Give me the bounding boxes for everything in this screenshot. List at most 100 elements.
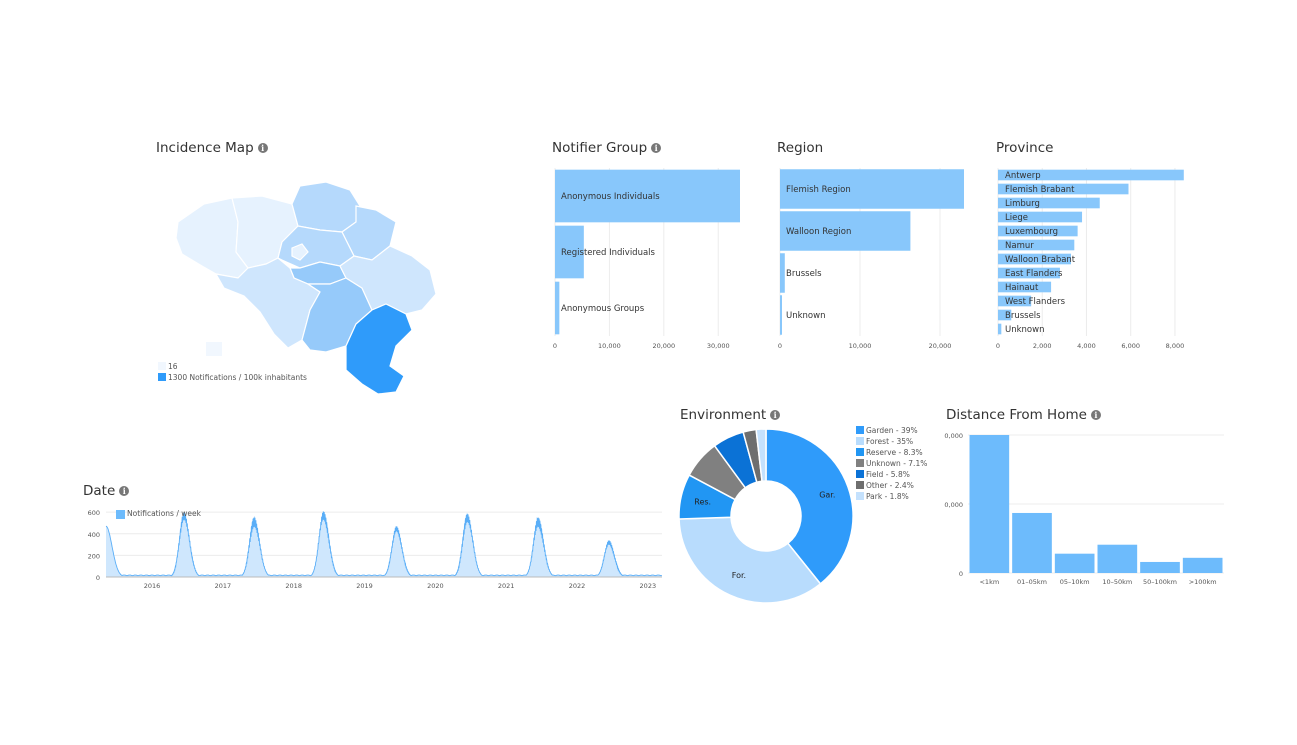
legend-swatch bbox=[856, 459, 864, 467]
legend-item[interactable]: Unknown - 7.1% bbox=[856, 459, 927, 468]
map-legend-max: 1300 Notifications / 100k inhabitants bbox=[158, 373, 307, 382]
bar[interactable] bbox=[1182, 557, 1223, 573]
legend-label: Garden - 39% bbox=[866, 426, 918, 435]
legend-item[interactable]: Garden - 39% bbox=[856, 426, 918, 435]
distance-chart: 0 0,000 0,000 <1km 01–05km 05–10km 10–50km 50–1… bbox=[944, 432, 1224, 586]
x-tick-label: 20,000 bbox=[929, 342, 952, 350]
y-tick-label: 200 bbox=[88, 552, 100, 560]
y-tick-label: 600 bbox=[88, 509, 100, 517]
legend-item[interactable]: Park - 1.8% bbox=[856, 492, 909, 501]
x-tick-label: 4,000 bbox=[1077, 342, 1096, 350]
map-region-antwerp[interactable] bbox=[291, 181, 361, 233]
legend-label: Forest - 35% bbox=[866, 437, 914, 446]
province-chart: 0 2,000 4,000 6,000 8,000 Antwerp Flemish Brab… bbox=[996, 168, 1185, 350]
y-tick-label: 400 bbox=[88, 531, 100, 539]
notifier-title: Notifier Group i bbox=[552, 140, 662, 156]
bar-label: Namur bbox=[1005, 241, 1034, 251]
info-icon[interactable]: i bbox=[1090, 410, 1101, 420]
bar-label: Luxembourg bbox=[1005, 227, 1058, 237]
legend-item[interactable]: Reserve - 8.3% bbox=[856, 448, 923, 457]
x-tick-label: <1km bbox=[979, 578, 999, 586]
legend-swatch bbox=[856, 426, 864, 434]
bar[interactable] bbox=[780, 295, 782, 335]
bar[interactable] bbox=[1054, 553, 1095, 573]
bar-label: Limburg bbox=[1005, 199, 1040, 209]
x-tick-label: 2019 bbox=[356, 582, 373, 590]
bar-label: Walloon Brabant bbox=[1005, 255, 1076, 265]
info-icon[interactable]: i bbox=[119, 486, 130, 496]
x-tick-label: 8,000 bbox=[1166, 342, 1185, 350]
info-icon[interactable]: i bbox=[770, 410, 781, 420]
x-tick-label: 10,000 bbox=[598, 342, 621, 350]
legend-label: Field - 5.8% bbox=[866, 470, 910, 479]
x-tick-label: 50–100km bbox=[1143, 578, 1177, 586]
x-tick-label: 2020 bbox=[427, 582, 444, 590]
legend-item[interactable]: Forest - 35% bbox=[856, 437, 913, 446]
bar-label: Walloon Region bbox=[786, 227, 851, 237]
y-tick-label: 0,000 bbox=[944, 501, 963, 509]
x-tick-label: 0 bbox=[996, 342, 1000, 350]
legend-item[interactable]: Field - 5.8% bbox=[856, 470, 910, 479]
date-chart: 0 200 400 600 2016 2017 2018 2019 2020 2021 2022 20… bbox=[88, 509, 663, 590]
bar-label: Anonymous Groups bbox=[561, 304, 645, 314]
y-tick-label: 0 bbox=[96, 574, 100, 582]
bar-label: Liege bbox=[1005, 213, 1028, 223]
map-title: Incidence Map i bbox=[156, 140, 268, 156]
x-tick-label: 30,000 bbox=[707, 342, 730, 350]
region-title: Region bbox=[777, 140, 824, 156]
bar-label: Anonymous Individuals bbox=[561, 192, 660, 202]
info-icon[interactable]: i bbox=[651, 143, 662, 153]
legend-label: Park - 1.8% bbox=[866, 492, 909, 501]
bar-label: Flemish Region bbox=[786, 185, 851, 195]
legend-label: Notifications / week bbox=[127, 509, 202, 518]
slice-label: For. bbox=[732, 571, 746, 580]
info-icon[interactable]: i bbox=[257, 143, 268, 153]
bar-label: Brussels bbox=[1005, 311, 1041, 321]
bar[interactable] bbox=[555, 281, 560, 335]
y-tick-label: 0,000 bbox=[944, 432, 963, 440]
bar-label: Registered Individuals bbox=[561, 248, 656, 258]
map-inset-box bbox=[206, 342, 222, 356]
bar[interactable] bbox=[998, 323, 1002, 335]
province-title: Province bbox=[996, 140, 1054, 156]
area-fill bbox=[106, 511, 662, 577]
bar[interactable] bbox=[780, 253, 785, 293]
x-tick-label: 2016 bbox=[144, 582, 161, 590]
legend-swatch bbox=[856, 481, 864, 489]
bar[interactable] bbox=[969, 435, 1010, 573]
slice-label: Gar. bbox=[819, 490, 835, 499]
x-tick-label: 2021 bbox=[498, 582, 515, 590]
bar-label: Hainaut bbox=[1005, 283, 1039, 293]
x-tick-label: 0 bbox=[553, 342, 557, 350]
bar[interactable] bbox=[1140, 561, 1180, 573]
y-tick-label: 0 bbox=[959, 570, 963, 578]
environment-donut-chart: Gar. For. Res. bbox=[678, 428, 854, 604]
notifier-group-chart: 0 10,000 20,000 30,000 Anonymous Individuals… bbox=[553, 168, 740, 350]
legend-swatch bbox=[856, 492, 864, 500]
bar-label: Flemish Brabant bbox=[1005, 185, 1075, 195]
x-tick-label: 2018 bbox=[285, 582, 302, 590]
bar[interactable] bbox=[1012, 512, 1052, 573]
x-tick-label: 05–10km bbox=[1060, 578, 1090, 586]
bar-label: West Flanders bbox=[1005, 297, 1066, 307]
x-tick-label: 01–05km bbox=[1017, 578, 1047, 586]
x-tick-label: 20,000 bbox=[652, 342, 675, 350]
bar[interactable] bbox=[1097, 544, 1138, 573]
bar-label: Unknown bbox=[786, 311, 825, 321]
x-tick-label: 10–50km bbox=[1102, 578, 1132, 586]
map-legend-min: 16 bbox=[158, 362, 178, 371]
legend-swatch-min bbox=[158, 362, 166, 370]
legend-label: Other - 2.4% bbox=[866, 481, 914, 490]
legend-item[interactable]: Other - 2.4% bbox=[856, 481, 914, 490]
legend-swatch bbox=[856, 448, 864, 456]
x-tick-label: 2017 bbox=[215, 582, 232, 590]
x-tick-label: 6,000 bbox=[1121, 342, 1140, 350]
x-tick-label: 0 bbox=[778, 342, 782, 350]
region-chart: 0 10,000 20,000 Flemish Region Walloon Regio… bbox=[778, 168, 964, 350]
x-tick-label: 10,000 bbox=[849, 342, 872, 350]
bar-label: Antwerp bbox=[1005, 171, 1041, 181]
legend-swatch bbox=[116, 510, 125, 519]
bar-label: Unknown bbox=[1005, 325, 1044, 335]
slice-label: Res. bbox=[694, 497, 711, 506]
legend-swatch-max bbox=[158, 373, 166, 381]
